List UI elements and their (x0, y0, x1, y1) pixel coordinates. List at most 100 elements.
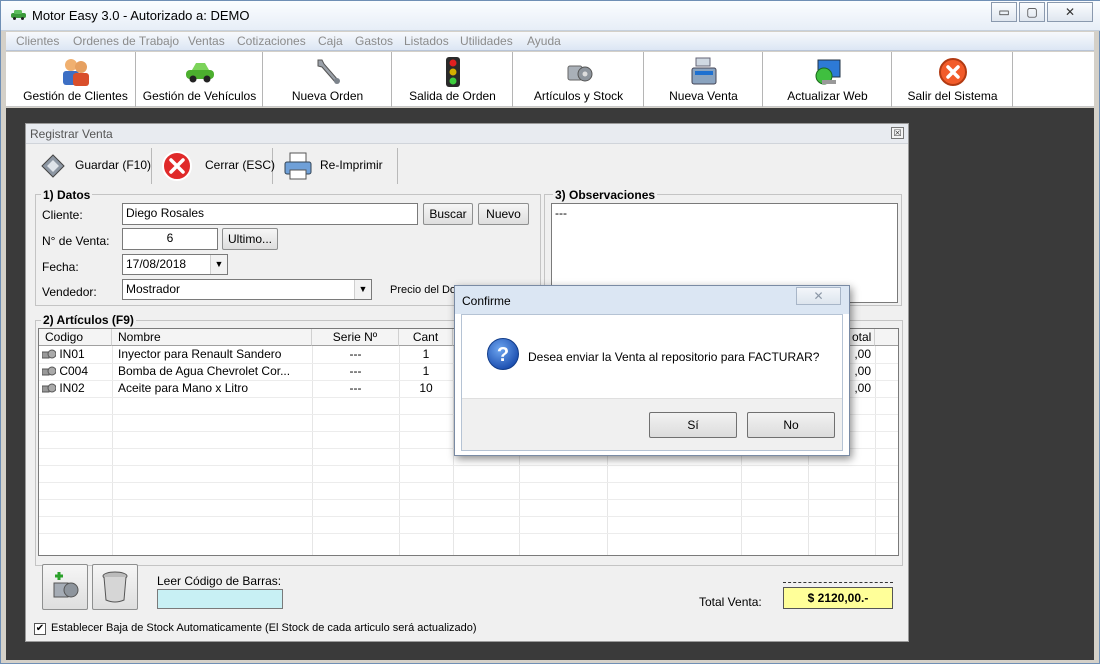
add-item-button[interactable] (42, 564, 88, 610)
title-bar: Motor Easy 3.0 - Autorizado a: DEMO ▭ ▢ … (1, 1, 1100, 31)
col-header-codigo[interactable]: Codigo (39, 329, 112, 346)
cell-nombre: Bomba de Agua Chevrolet Cor... (118, 364, 291, 378)
window-title: Motor Easy 3.0 - Autorizado a: DEMO (32, 8, 250, 23)
menu-ventas[interactable]: Ventas (188, 34, 225, 48)
col-header-cant[interactable]: Cant (399, 329, 453, 346)
si-button[interactable]: Sí (649, 412, 737, 438)
table-row[interactable]: C004 (42, 363, 88, 380)
ultimo-button[interactable]: Ultimo... (222, 228, 278, 250)
car-app-icon (11, 10, 26, 20)
chevron-down-icon[interactable]: ▼ (210, 255, 227, 274)
nuevo-button[interactable]: Nuevo (478, 203, 529, 225)
guardar-label: Guardar (F10) (75, 158, 152, 172)
globe-icon (815, 59, 840, 85)
chevron-down-icon[interactable]: ▼ (354, 280, 371, 299)
numero-venta-field[interactable]: 6 (122, 228, 218, 250)
cell-serie: --- (349, 381, 362, 395)
wrench-icon (317, 59, 340, 84)
cell-nombre: Aceite para Mano x Litro (118, 381, 249, 395)
observaciones-legend: 3) Observaciones (553, 188, 658, 202)
cell-codigo: C004 (59, 364, 89, 378)
dialog-close-button[interactable]: ✕ (796, 287, 841, 305)
menu-gastos[interactable]: Gastos (355, 34, 393, 48)
guardar-button[interactable]: Guardar (F10) (34, 148, 152, 184)
nueva-venta-button[interactable]: Nueva Venta (645, 52, 763, 107)
datos-legend: 1) Datos (41, 188, 93, 202)
confirm-dialog: Confirme ✕ ? Desea enviar la Venta al re… (454, 285, 850, 456)
toolbar-label: Salir del Sistema (907, 89, 998, 103)
salida-orden-button[interactable]: Salida de Orden (393, 52, 513, 107)
table-row[interactable]: IN02 (42, 380, 85, 397)
question-icon: ? (487, 338, 519, 370)
menu-cotizaciones[interactable]: Cotizaciones (237, 34, 306, 48)
minimize-button[interactable]: ▭ (991, 2, 1017, 22)
cell-codigo: IN02 (59, 381, 85, 395)
no-button[interactable]: No (747, 412, 835, 438)
reimprimir-button[interactable]: Re-Imprimir (274, 148, 398, 184)
menu-caja[interactable]: Caja (318, 34, 343, 48)
total-venta-label: Total Venta: (699, 595, 762, 609)
venta-label: N° de Venta: (42, 234, 110, 248)
cerrar-button[interactable]: Cerrar (ESC) (153, 148, 276, 184)
part-icon (42, 349, 57, 359)
nueva-orden-button[interactable]: Nueva Orden (264, 52, 392, 107)
dialog-body: ? Desea enviar la Venta al repositorio p… (461, 314, 843, 451)
cliente-field[interactable]: Diego Rosales (122, 203, 418, 225)
menu-clientes[interactable]: Clientes (16, 34, 59, 48)
barcode-input[interactable] (157, 589, 283, 609)
cell-cant: 10 (419, 381, 433, 395)
maximize-button[interactable]: ▢ (1019, 2, 1045, 22)
menu-utilidades[interactable]: Utilidades (460, 34, 513, 48)
gestion-clientes-button[interactable]: Gestión de Clientes (16, 52, 136, 107)
close-window-button[interactable]: ✕ (1047, 2, 1093, 22)
vendedor-label: Vendedor: (42, 285, 97, 299)
delete-item-button[interactable] (92, 564, 138, 610)
fecha-value: 17/08/2018 (126, 257, 187, 271)
cliente-label: Cliente: (42, 208, 83, 222)
car-icon (185, 63, 214, 83)
precio-label: Precio del Do (390, 284, 457, 296)
child-close-button[interactable]: ☒ (891, 127, 904, 139)
articulos-stock-button[interactable]: Artículos y Stock (514, 52, 644, 107)
salir-sistema-button[interactable]: Salir del Sistema (893, 52, 1013, 107)
traffic-light-icon (445, 57, 460, 87)
cerrar-label: Cerrar (ESC) (205, 158, 276, 172)
buscar-button[interactable]: Buscar (423, 203, 473, 225)
vendedor-select[interactable]: Mostrador ▼ (122, 279, 372, 300)
toolbar-label: Nueva Venta (669, 89, 738, 103)
fecha-label: Fecha: (42, 260, 79, 274)
total-divider (783, 582, 893, 583)
cash-register-icon (691, 57, 716, 85)
dialog-title: Confirme (462, 294, 511, 308)
actualizar-web-button[interactable]: Actualizar Web (764, 52, 892, 107)
toolbar-label: Actualizar Web (787, 89, 868, 103)
col-header-extra (875, 329, 898, 346)
exit-icon (938, 58, 967, 86)
stock-checkbox[interactable]: ✔ (34, 623, 46, 635)
menu-ordenes[interactable]: Ordenes de Trabajo (73, 34, 179, 48)
cancel-icon (162, 151, 192, 181)
trash-icon (102, 571, 128, 603)
table-row[interactable]: IN01 (42, 346, 85, 363)
toolbar-label: Gestión de Clientes (23, 89, 128, 103)
printer-icon (284, 152, 312, 180)
gestion-vehiculos-button[interactable]: Gestión de Vehículos (137, 52, 263, 107)
cell-serie: --- (349, 364, 362, 378)
col-header-nombre[interactable]: Nombre (112, 329, 312, 346)
clients-icon (62, 59, 89, 86)
fecha-picker[interactable]: 17/08/2018 ▼ (122, 254, 228, 275)
menu-ayuda[interactable]: Ayuda (527, 34, 561, 48)
cell-serie: --- (349, 347, 362, 361)
cell-cant: 1 (422, 347, 430, 361)
menu-listados[interactable]: Listados (404, 34, 449, 48)
articulos-legend: 2) Artículos (F9) (41, 313, 136, 327)
cell-nombre: Inyector para Renault Sandero (118, 347, 282, 361)
toolbar-label: Nueva Orden (291, 89, 364, 103)
col-header-serie[interactable]: Serie Nº (312, 329, 399, 346)
child-title-bar: Registrar Venta ☒ (26, 124, 908, 144)
stock-checkbox-label: Establecer Baja de Stock Automaticamente… (51, 622, 477, 634)
svg-text:?: ? (497, 344, 509, 366)
cell-cant: 1 (422, 364, 430, 378)
total-venta-value: $ 2120,00.- (783, 587, 893, 609)
vendedor-value: Mostrador (126, 282, 181, 296)
